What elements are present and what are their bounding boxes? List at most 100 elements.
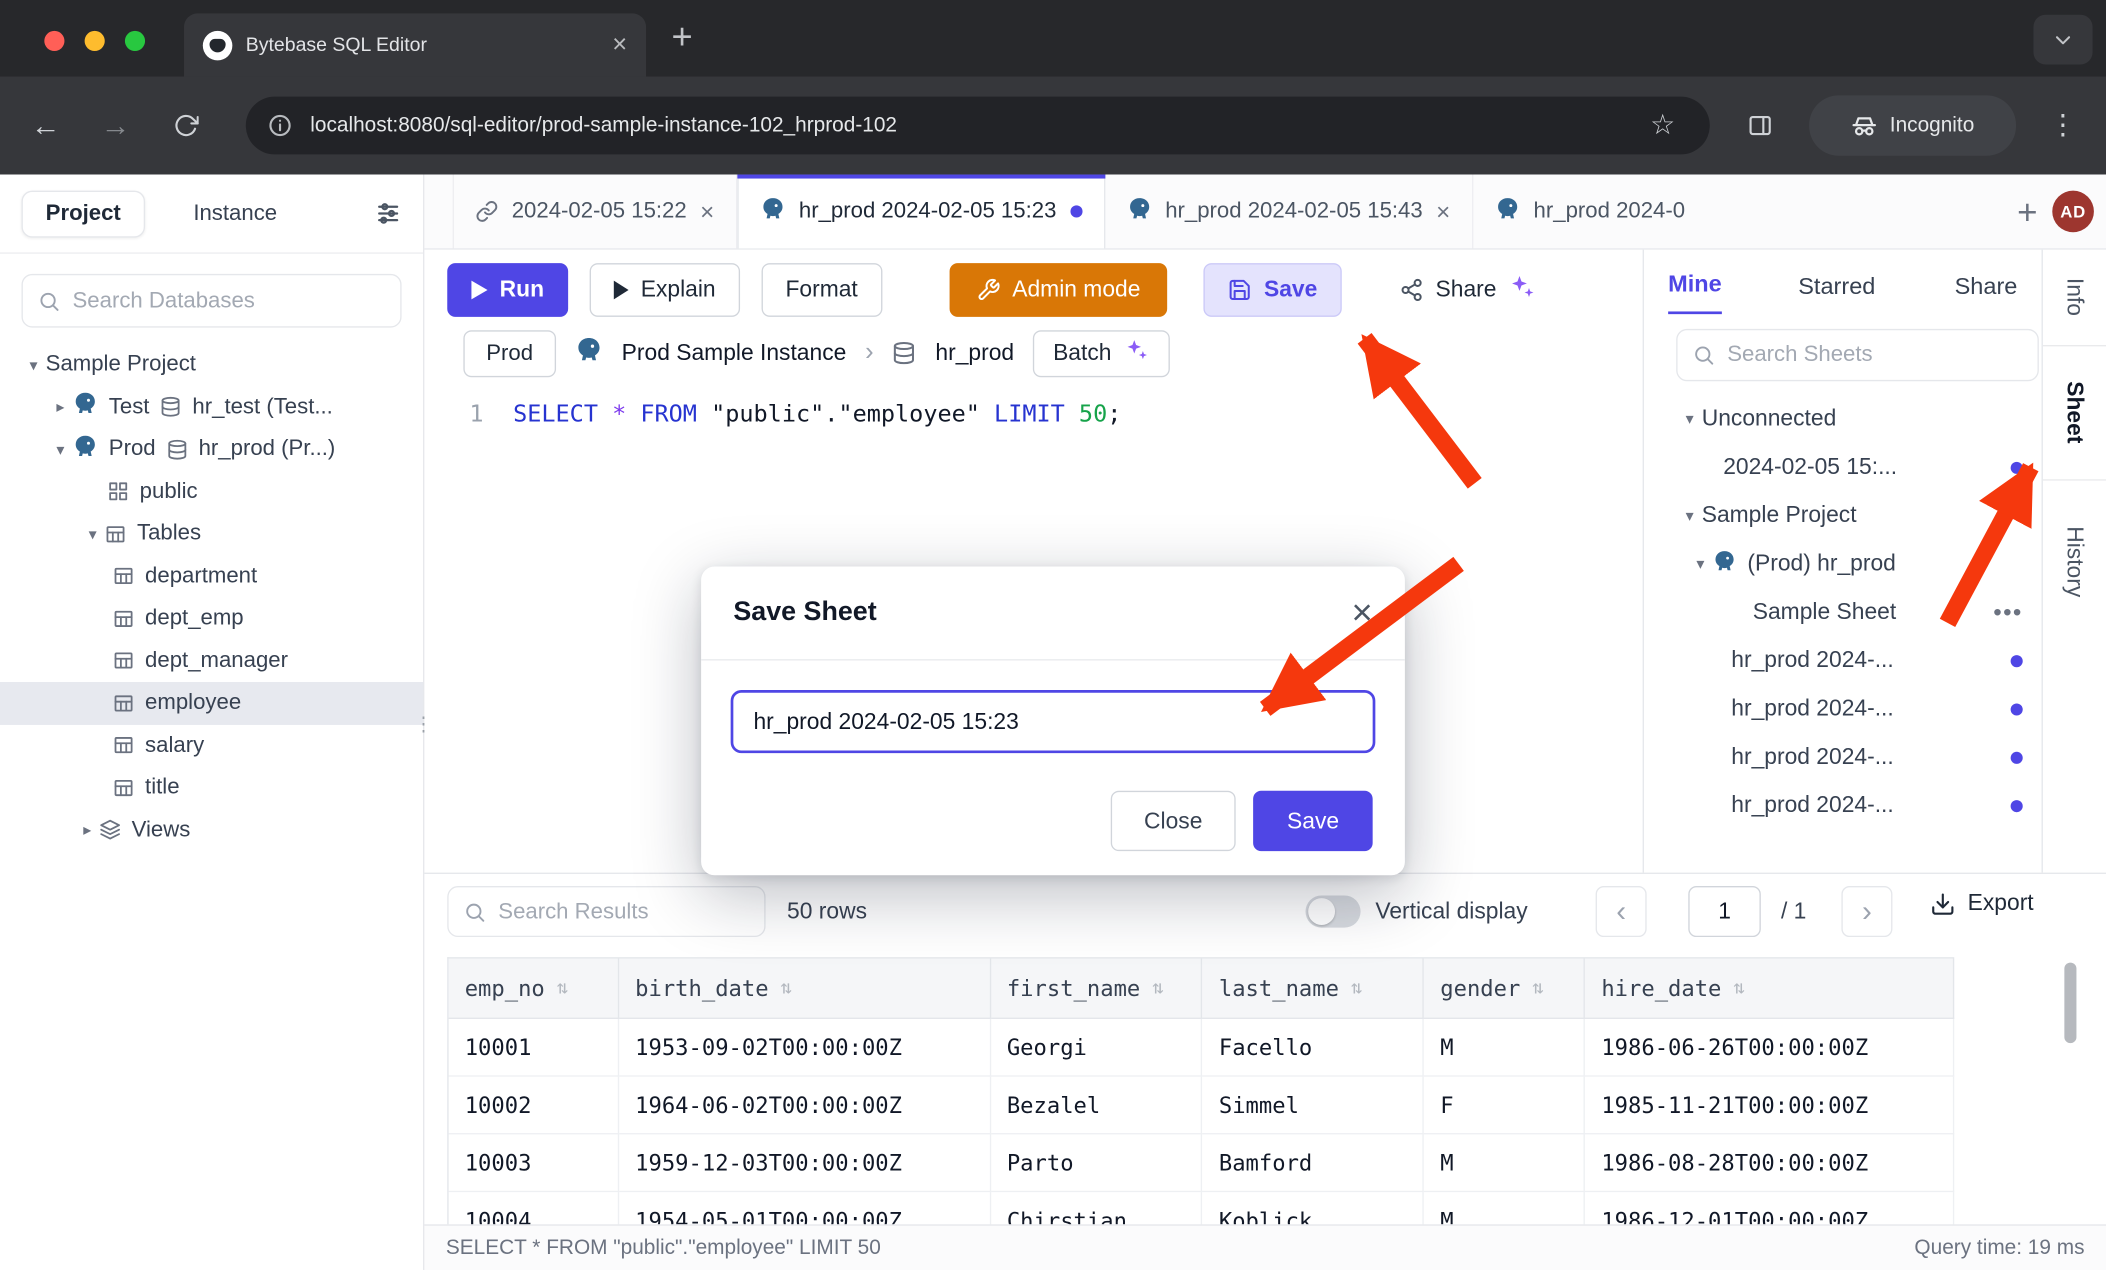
tab-mine[interactable]: Mine: [1668, 270, 1722, 314]
sheet-search[interactable]: [1676, 329, 2039, 381]
vertical-scrollbar[interactable]: [2064, 963, 2076, 1044]
chevron-right-icon[interactable]: ▸: [75, 821, 99, 840]
column-header[interactable]: hire_date⇅: [1585, 959, 1954, 1019]
chevron-down-icon[interactable]: ▾: [1678, 506, 1702, 525]
sql-editor[interactable]: 1 SELECT*FROM"public"."employee"LIMIT50;: [424, 385, 1642, 428]
table-row[interactable]: 10004 1954-05-01T00:00:00Z Chirstian Kob…: [449, 1192, 1955, 1224]
sheet-item-sample-sheet[interactable]: Sample Sheet •••: [1644, 588, 2042, 636]
more-options-icon[interactable]: •••: [1993, 598, 2022, 626]
sheet-item[interactable]: hr_prod 2024-...: [1644, 733, 2042, 781]
tree-item-table-dept-emp[interactable]: dept_emp: [0, 597, 423, 639]
share-button[interactable]: Share: [1375, 263, 1561, 317]
results-search[interactable]: [447, 886, 765, 937]
tree-item-prod-env[interactable]: ▾ Prod hr_prod (Pr...): [0, 428, 423, 470]
prev-page-button[interactable]: ‹: [1596, 886, 1647, 937]
editor-tab-1[interactable]: 2024-02-05 15:22 ×: [453, 175, 737, 249]
admin-mode-button[interactable]: Admin mode: [949, 263, 1167, 317]
chevron-right-icon[interactable]: ▸: [48, 398, 72, 417]
forward-button[interactable]: →: [86, 77, 145, 175]
reload-button[interactable]: [156, 77, 215, 175]
modal-close-icon[interactable]: ×: [1351, 595, 1372, 631]
browser-tab[interactable]: Bytebase SQL Editor ×: [184, 13, 646, 76]
tab-sheet[interactable]: Sheet: [2043, 346, 2106, 480]
browser-tab-close-icon[interactable]: ×: [612, 32, 627, 58]
instance-name[interactable]: Prod Sample Instance: [622, 340, 847, 367]
close-icon[interactable]: ×: [700, 199, 714, 223]
database-search[interactable]: [21, 274, 401, 328]
tab-history[interactable]: History: [2043, 481, 2106, 642]
modal-save-button[interactable]: Save: [1253, 791, 1372, 851]
format-button[interactable]: Format: [761, 263, 882, 317]
editor-tab-2-active[interactable]: hr_prod 2024-02-05 15:23: [737, 175, 1105, 249]
back-button[interactable]: ←: [16, 77, 75, 175]
environment-chip[interactable]: Prod: [463, 330, 555, 377]
save-button[interactable]: Save: [1204, 263, 1342, 317]
sort-icon[interactable]: ⇅: [781, 977, 792, 998]
window-minimize-button[interactable]: [85, 31, 105, 51]
table-row[interactable]: 10001 1953-09-02T00:00:00Z Georgi Facell…: [449, 1019, 1955, 1077]
sheet-group-unconnected[interactable]: ▾ Unconnected: [1644, 395, 2042, 443]
tree-item-table-dept-manager[interactable]: dept_manager: [0, 640, 423, 682]
sort-icon[interactable]: ⇅: [1152, 977, 1163, 998]
tree-item-schema-public[interactable]: public: [0, 471, 423, 513]
column-header[interactable]: last_name⇅: [1203, 959, 1424, 1019]
editor-tab-4[interactable]: hr_prod 2024-0: [1473, 175, 1706, 249]
new-browser-tab-button[interactable]: +: [672, 19, 693, 55]
url-bar[interactable]: localhost:8080/sql-editor/prod-sample-in…: [246, 97, 1710, 155]
modal-close-button[interactable]: Close: [1110, 791, 1236, 851]
sort-icon[interactable]: ⇅: [1532, 977, 1543, 998]
sheet-name-input[interactable]: [731, 690, 1376, 753]
table-row[interactable]: 10002 1964-06-02T00:00:00Z Bezalel Simme…: [449, 1077, 1955, 1135]
chevron-down-icon[interactable]: ▾: [1678, 409, 1702, 428]
batch-button[interactable]: Batch: [1033, 330, 1169, 377]
run-button[interactable]: Run: [447, 263, 568, 317]
new-sheet-button[interactable]: +: [2017, 194, 2037, 229]
database-name[interactable]: hr_prod: [935, 340, 1014, 367]
tree-item-test-env[interactable]: ▸ Test hr_test (Test...: [0, 386, 423, 428]
tab-starred[interactable]: Starred: [1798, 273, 1875, 315]
user-avatar[interactable]: AD: [2052, 191, 2094, 233]
chevron-down-icon[interactable]: ▾: [1688, 554, 1712, 573]
tree-item-table-employee[interactable]: employee: [0, 682, 423, 724]
tab-project[interactable]: Project: [21, 190, 144, 237]
tree-item-table-title[interactable]: title: [0, 767, 423, 809]
tree-item-table-department[interactable]: department: [0, 555, 423, 597]
editor-tab-3[interactable]: hr_prod 2024-02-05 15:43 ×: [1105, 175, 1473, 249]
export-button[interactable]: Export: [1930, 890, 2034, 917]
tree-item-tables-group[interactable]: ▾ Tables: [0, 513, 423, 555]
sort-icon[interactable]: ⇅: [557, 977, 568, 998]
tab-info[interactable]: Info: [2043, 250, 2106, 347]
bookmark-star-icon[interactable]: ☆: [1633, 77, 1692, 175]
sheet-item[interactable]: hr_prod 2024-...: [1644, 636, 2042, 684]
sort-icon[interactable]: ⇅: [1351, 977, 1362, 998]
browser-menu-icon[interactable]: ⋮: [2033, 77, 2092, 175]
chevron-down-icon[interactable]: ▾: [48, 440, 72, 459]
chevron-down-icon[interactable]: ▾: [21, 355, 45, 374]
page-number-input[interactable]: [1688, 886, 1761, 937]
vertical-display-toggle[interactable]: [1306, 895, 1361, 927]
site-info-icon[interactable]: [267, 113, 293, 139]
sheet-item[interactable]: 2024-02-05 15:...: [1644, 443, 2042, 491]
sheet-item[interactable]: hr_prod 2024-...: [1644, 781, 2042, 829]
tab-search-button[interactable]: [2033, 15, 2092, 65]
results-search-input[interactable]: [498, 899, 749, 925]
sheet-item[interactable]: hr_prod 2024-...: [1644, 685, 2042, 733]
tree-item-table-salary[interactable]: salary: [0, 724, 423, 766]
column-header[interactable]: emp_no⇅: [449, 959, 619, 1019]
window-zoom-button[interactable]: [125, 31, 145, 51]
table-row[interactable]: 10003 1959-12-03T00:00:00Z Parto Bamford…: [449, 1134, 1955, 1192]
database-search-input[interactable]: [73, 288, 386, 314]
tree-item-project[interactable]: ▾ Sample Project: [0, 344, 423, 386]
explain-button[interactable]: Explain: [590, 263, 740, 317]
sort-icon[interactable]: ⇅: [1733, 977, 1744, 998]
close-icon[interactable]: ×: [1436, 199, 1450, 223]
next-page-button[interactable]: ›: [1841, 886, 1892, 937]
column-header[interactable]: first_name⇅: [991, 959, 1203, 1019]
window-close-button[interactable]: [44, 31, 64, 51]
column-header[interactable]: birth_date⇅: [619, 959, 991, 1019]
side-panel-icon[interactable]: [1730, 77, 1789, 175]
tree-item-views-group[interactable]: ▸ Views: [0, 809, 423, 851]
sheet-search-input[interactable]: [1727, 342, 2022, 368]
chevron-down-icon[interactable]: ▾: [81, 525, 105, 544]
column-header[interactable]: gender⇅: [1424, 959, 1585, 1019]
